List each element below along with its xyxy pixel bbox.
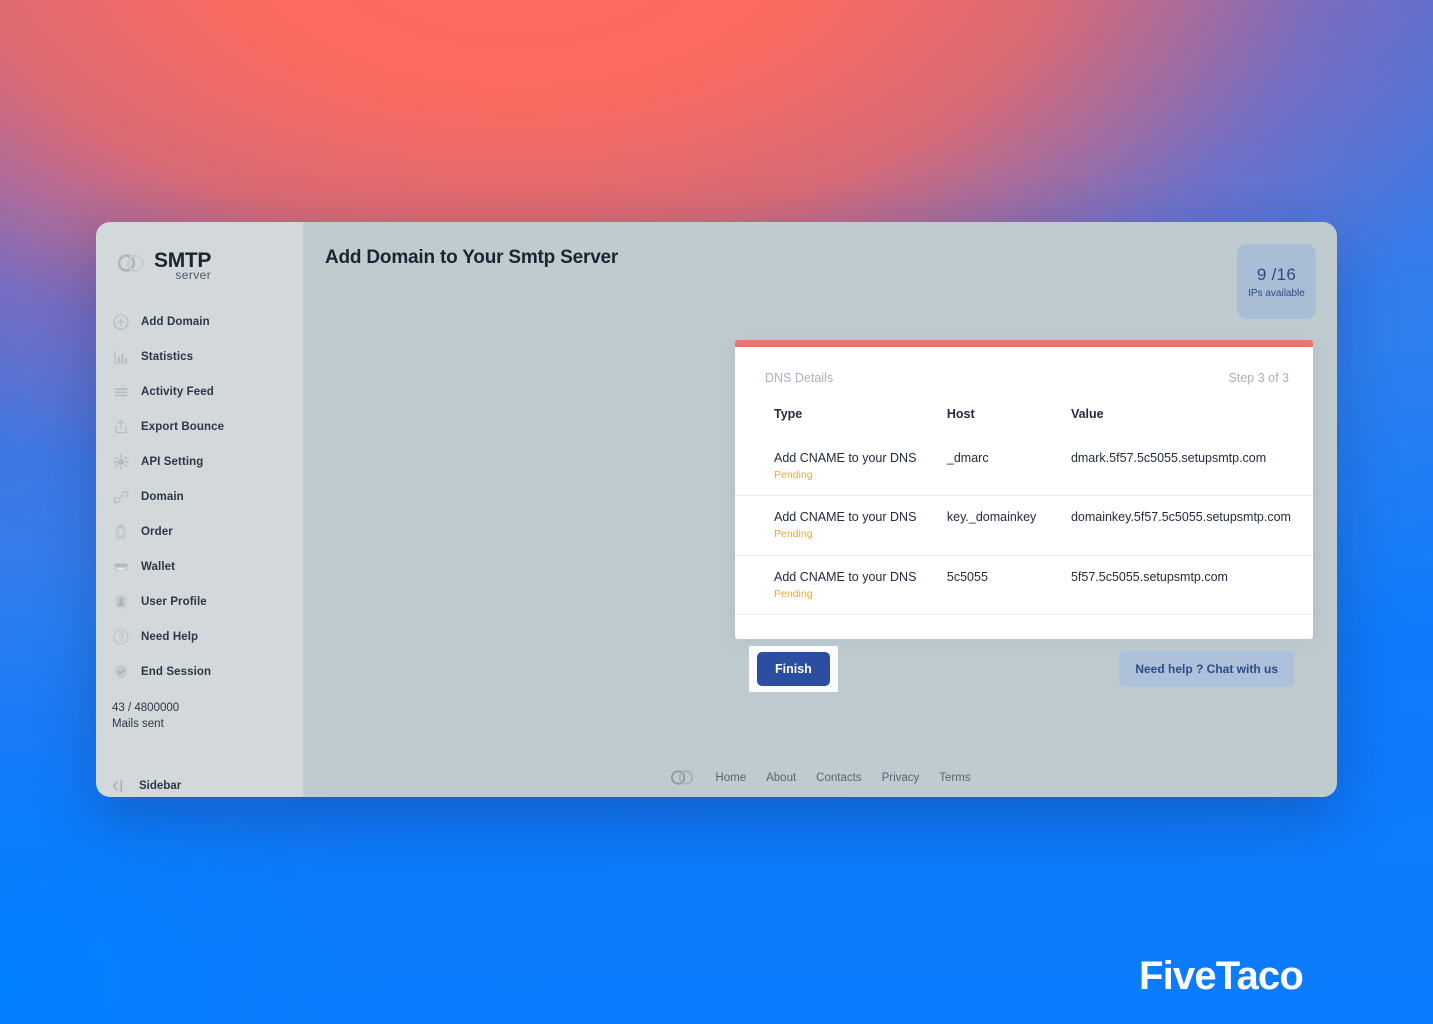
cell-host: _dmarc	[946, 437, 1071, 497]
dns-table-header-row: Type Host Value	[735, 407, 1313, 437]
cell-value: dmark.5f57.5c5055.setupsmtp.com	[1070, 437, 1313, 497]
dns-table-body: Add CNAME to your DNS Pending _dmarc dma…	[735, 437, 1313, 616]
column-header-host: Host	[946, 407, 975, 421]
table-row: Add CNAME to your DNS Pending 5c5055 5f5…	[735, 555, 1313, 616]
dns-records-table: Type Host Value Add CNAME to your DNS Pe…	[735, 407, 1313, 616]
cell-host: key._domainkey	[946, 495, 1071, 556]
record-type-text: Add CNAME to your DNS	[774, 451, 917, 465]
ips-count: 9 /16	[1256, 264, 1297, 284]
sidebar-item-api-setting[interactable]: API Setting	[96, 444, 303, 479]
sidebar-collapse-toggle[interactable]: Sidebar	[110, 779, 181, 793]
card-accent-bar	[735, 340, 1313, 347]
question-circle-icon	[112, 628, 129, 645]
interlocking-rings-icon	[116, 252, 146, 279]
shield-check-icon	[112, 663, 129, 680]
main-content: Add Domain to Your Smtp Server 9 /16 IPs…	[303, 222, 1337, 797]
table-row: Add CNAME to your DNS Pending _dmarc dma…	[735, 437, 1313, 497]
cell-value: 5f57.5c5055.setupsmtp.com	[1070, 555, 1313, 616]
sidebar-item-add-domain[interactable]: Add Domain	[96, 304, 303, 339]
bar-chart-icon	[112, 348, 129, 365]
sidebar-item-end-session[interactable]: End Session	[96, 654, 303, 689]
record-type-text: Add CNAME to your DNS	[774, 510, 917, 525]
sidebar-item-label: User Profile	[141, 595, 207, 608]
mails-sent-label: Mails sent	[112, 717, 164, 730]
sidebar-item-wallet[interactable]: Wallet	[96, 549, 303, 584]
column-header-value: Value	[1070, 407, 1104, 421]
mails-sent-count: 43 / 4800000	[112, 702, 180, 714]
sidebar-item-label: Order	[141, 525, 173, 538]
sidebar-item-label: API Setting	[141, 455, 204, 468]
ips-available-badge[interactable]: 9 /16 IPs available	[1237, 244, 1316, 319]
sidebar-item-label: Add Domain	[141, 315, 210, 328]
link-icon	[112, 488, 129, 505]
sidebar-nav: Add Domain Statistics Activity Feed Expo…	[96, 304, 303, 689]
footer-link-about[interactable]: About	[766, 772, 796, 784]
app-window: SMTP server Add Domain Statistics Activi…	[96, 222, 1337, 797]
dns-table-head: Type Host Value	[735, 407, 1313, 437]
chat-with-us-button[interactable]: Need help ? Chat with us	[1119, 651, 1294, 688]
sidebar-item-user-profile[interactable]: User Profile	[96, 584, 303, 619]
finish-button[interactable]: Finish	[757, 652, 830, 687]
sidebar-item-label: Statistics	[141, 350, 194, 363]
shield-user-icon	[112, 593, 129, 610]
sidebar-item-label: Wallet	[141, 560, 176, 573]
plus-circle-icon	[112, 313, 129, 330]
sidebar-item-label: Need Help	[141, 630, 199, 643]
cell-value: domainkey.5f57.5c5055.setupsmtp.com	[1070, 495, 1313, 556]
sidebar-item-domain[interactable]: Domain	[96, 479, 303, 514]
footer-nav: Home About Contacts Privacy Terms	[303, 768, 1337, 787]
footer-link-terms[interactable]: Terms	[939, 772, 970, 784]
sidebar-item-label: Domain	[141, 490, 184, 503]
status-badge: Pending	[774, 469, 813, 481]
card-bottom-spacer	[735, 615, 1313, 639]
dns-details-title: DNS Details	[765, 371, 834, 385]
card-header: DNS Details Step 3 of 3	[735, 347, 1313, 385]
ips-label: IPs available	[1248, 287, 1305, 299]
sidebar-toggle-label: Sidebar	[139, 780, 182, 792]
footer-link-privacy[interactable]: Privacy	[882, 772, 920, 784]
footer-link-home[interactable]: Home	[715, 772, 746, 784]
step-indicator: Step 3 of 3	[1228, 371, 1289, 385]
sidebar-item-label: Export Bounce	[141, 420, 225, 433]
finish-button-focus-ring: Finish	[749, 646, 838, 693]
dns-details-card: DNS Details Step 3 of 3 Type Host Value	[735, 340, 1313, 640]
fivetaco-watermark: FiveTaco	[1138, 954, 1304, 998]
sidebar-item-activity-feed[interactable]: Activity Feed	[96, 374, 303, 409]
sidebar-item-label: End Session	[141, 665, 212, 678]
list-lines-icon	[112, 383, 129, 400]
status-badge: Pending	[774, 528, 813, 541]
sidebar: SMTP server Add Domain Statistics Activi…	[96, 222, 303, 797]
cell-type: Add CNAME to your DNS Pending	[735, 437, 947, 497]
cell-host: 5c5055	[946, 555, 1071, 616]
interlocking-rings-icon	[669, 768, 695, 787]
sidebar-item-statistics[interactable]: Statistics	[96, 339, 303, 374]
mails-sent-block: 43 / 4800000 Mails sent	[96, 689, 303, 732]
sidebar-item-order[interactable]: Order	[96, 514, 303, 549]
table-row: Add CNAME to your DNS Pending key._domai…	[735, 495, 1313, 556]
sidebar-item-export-bounce[interactable]: Export Bounce	[96, 409, 303, 444]
clipboard-icon	[112, 523, 129, 540]
wallet-icon	[112, 558, 129, 575]
collapse-left-icon	[110, 779, 128, 793]
footer-link-contacts[interactable]: Contacts	[816, 772, 861, 784]
page-title: Add Domain to Your Smtp Server	[325, 247, 619, 268]
column-header-type: Type	[774, 407, 803, 421]
sidebar-item-label: Activity Feed	[141, 385, 214, 398]
dns-details-card-wrapper: DNS Details Step 3 of 3 Type Host Value	[735, 340, 1313, 700]
cell-type: Add CNAME to your DNS Pending	[735, 555, 947, 616]
brand-logo[interactable]: SMTP server	[96, 222, 303, 284]
card-footer: Finish Need help ? Chat with us	[735, 639, 1313, 700]
record-type-text: Add CNAME to your DNS	[774, 569, 917, 584]
cell-type: Add CNAME to your DNS Pending	[735, 495, 947, 556]
upload-box-icon	[112, 418, 129, 435]
gear-icon	[112, 453, 129, 470]
sidebar-item-need-help[interactable]: Need Help	[96, 619, 303, 654]
status-badge: Pending	[774, 587, 813, 600]
